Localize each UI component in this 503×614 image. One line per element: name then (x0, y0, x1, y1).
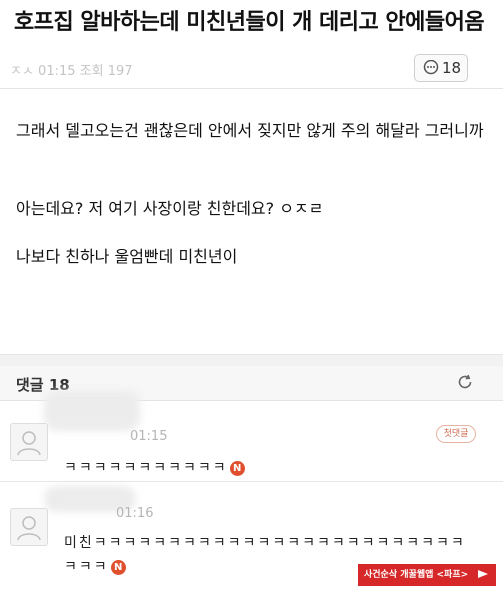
speech-bubble-icon (423, 60, 439, 75)
comment-item: 01:15 첫댓글 ㅋㅋㅋㅋㅋㅋㅋㅋㅋㅋㅋ N (0, 391, 503, 482)
comment-text-line-2: ㅋㅋㅋ N (64, 556, 126, 576)
avatar[interactable] (10, 423, 48, 461)
new-badge: N (110, 560, 126, 575)
post-title: 호프집 알바하는데 미친년들이 개 데리고 안에들어옴 (14, 10, 485, 35)
post-paragraph-3: 나보다 친하나 울엄빤데 미친년이 (16, 247, 238, 266)
new-badge: N (229, 461, 245, 476)
post-meta-text: ㅈㅅ 01:15 조회 197 (10, 64, 133, 79)
refresh-icon[interactable] (455, 372, 475, 392)
comment-time: 01:15 (130, 429, 168, 444)
flag-icon (478, 570, 488, 578)
comment-time: 01:16 (116, 506, 154, 521)
user-silhouette-icon (17, 516, 41, 541)
comment-count-button[interactable]: 18 (414, 54, 468, 82)
watermark-text: 사건순삭 개꿀웹앱 <파프> (364, 570, 469, 580)
watermark-banner: 사건순삭 개꿀웹앱 <파프> (358, 564, 496, 586)
redacted-nickname (44, 391, 140, 431)
user-silhouette-icon (17, 431, 41, 456)
comment-text: ㅋㅋㅋㅋㅋㅋㅋㅋㅋㅋㅋ N (64, 457, 245, 477)
first-comment-badge: 첫댓글 (436, 425, 476, 443)
comment-text-content: ㅋㅋㅋㅋㅋㅋㅋㅋㅋㅋㅋ (64, 460, 228, 476)
comment-text-content: ㅋㅋㅋ (64, 559, 109, 575)
post-paragraph-1: 그래서 델고오는건 괜찮은데 안에서 짖지만 않게 주의 해달라 그러니까 (16, 121, 484, 140)
post-body: 그래서 델고오는건 괜찮은데 안에서 짖지만 않게 주의 해달라 그러니까 아는… (16, 118, 486, 266)
comment-text-line-1: 미친ㅋㅋㅋㅋㅋㅋㅋㅋㅋㅋㅋㅋㅋㅋㅋㅋㅋㅋㅋㅋㅋㅋㅋㅋㅋ (64, 535, 466, 551)
post-title-bar: 호프집 알바하는데 미친년들이 개 데리고 안에들어옴 (0, 0, 503, 40)
comment-count-number: 18 (442, 59, 462, 77)
avatar[interactable] (10, 508, 48, 546)
post-paragraph-2: 아는데요? 저 여기 사장이랑 친한데요? ㅇㅈㄹ (16, 199, 324, 218)
post-meta-bar: ㅈㅅ 01:15 조회 197 18 (0, 48, 503, 89)
